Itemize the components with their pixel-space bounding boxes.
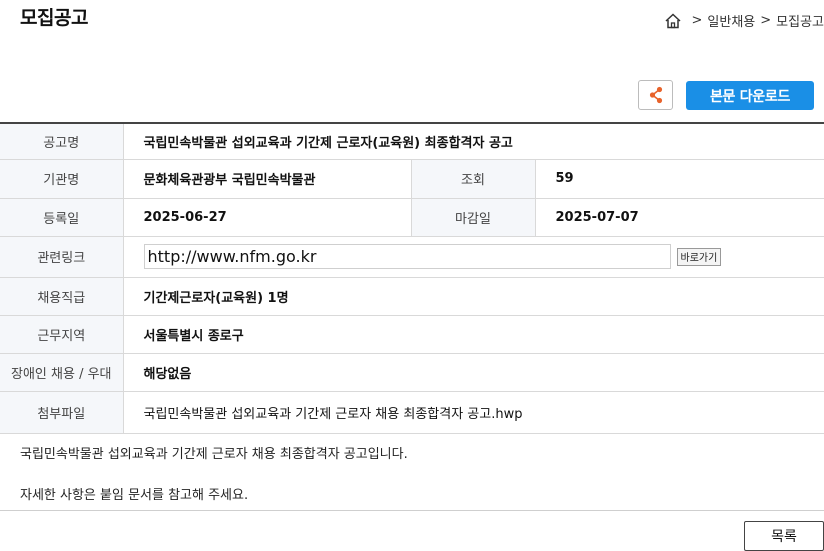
disabled-hiring-value: 해당없음 xyxy=(123,353,824,392)
body-line: 자세한 사항은 붙임 문서를 참고해 주세요. xyxy=(20,488,249,503)
job-info-table: 공고명 국립민속박물관 섭외교육과 기간제 근로자(교육원) 최종합격자 공고 … xyxy=(0,122,824,434)
table-row: 등록일 2025-06-27 마감일 2025-07-07 xyxy=(0,198,824,237)
position-label: 채용직급 xyxy=(0,277,124,316)
disabled-hiring-label: 장애인 채용 / 우대 xyxy=(0,353,124,392)
announcement-body: 국립민속박물관 섭외교육과 기간제 근로자 채용 최종합격자 공고입니다. 자세… xyxy=(20,445,408,506)
share-button[interactable] xyxy=(638,80,673,110)
go-link-button[interactable]: 바로가기 xyxy=(676,247,722,266)
reg-date-value: 2025-06-27 xyxy=(123,198,412,237)
breadcrumb-item-general-hiring[interactable]: 일반채용 xyxy=(707,11,755,30)
divider xyxy=(0,510,824,511)
table-row: 관련링크 바로가기 xyxy=(0,236,824,278)
table-row: 근무지역 서울특별시 종로구 xyxy=(0,315,824,354)
views-value: 59 xyxy=(535,159,824,199)
share-icon xyxy=(649,86,662,104)
download-body-button[interactable]: 본문 다운로드 xyxy=(686,81,814,110)
org-value: 문화체육관광부 국립민속박물관 xyxy=(123,159,412,199)
related-link-field[interactable] xyxy=(143,244,671,269)
page-title: 모집공고 xyxy=(20,7,88,29)
breadcrumb: > 일반채용 > 모집공고 xyxy=(664,11,824,30)
link-label: 관련링크 xyxy=(0,236,124,278)
breadcrumb-separator: > xyxy=(691,13,703,28)
deadline-label: 마감일 xyxy=(411,198,536,237)
table-row: 장애인 채용 / 우대 해당없음 xyxy=(0,353,824,392)
link-cell: 바로가기 xyxy=(123,236,824,278)
table-row: 첨부파일 국립민속박물관 섭외교육과 기간제 근로자 채용 최종합격자 공고.h… xyxy=(0,391,824,434)
table-row: 기관명 문화체육관광부 국립민속박물관 조회 59 xyxy=(0,159,824,199)
title-value: 국립민속박물관 섭외교육과 기간제 근로자(교육원) 최종합격자 공고 xyxy=(123,123,824,160)
region-value: 서울특별시 종로구 xyxy=(123,315,824,354)
table-row: 공고명 국립민속박물관 섭외교육과 기간제 근로자(교육원) 최종합격자 공고 xyxy=(0,123,824,160)
list-button[interactable]: 목록 xyxy=(744,521,824,551)
reg-date-label: 등록일 xyxy=(0,198,124,237)
title-label: 공고명 xyxy=(0,123,124,160)
breadcrumb-separator: > xyxy=(760,13,772,28)
attachment-label: 첨부파일 xyxy=(0,391,124,434)
body-line: 국립민속박물관 섭외교육과 기간제 근로자 채용 최종합격자 공고입니다. xyxy=(20,447,408,462)
home-icon[interactable] xyxy=(664,12,682,30)
breadcrumb-item-recruitment[interactable]: 모집공고 xyxy=(776,11,824,30)
region-label: 근무지역 xyxy=(0,315,124,354)
position-value: 기간제근로자(교육원) 1명 xyxy=(123,277,824,316)
views-label: 조회 xyxy=(411,159,536,199)
table-row: 채용직급 기간제근로자(교육원) 1명 xyxy=(0,277,824,316)
deadline-value: 2025-07-07 xyxy=(535,198,824,237)
attachment-link[interactable]: 국립민속박물관 섭외교육과 기간제 근로자 채용 최종합격자 공고.hwp xyxy=(123,391,824,434)
org-label: 기관명 xyxy=(0,159,124,199)
